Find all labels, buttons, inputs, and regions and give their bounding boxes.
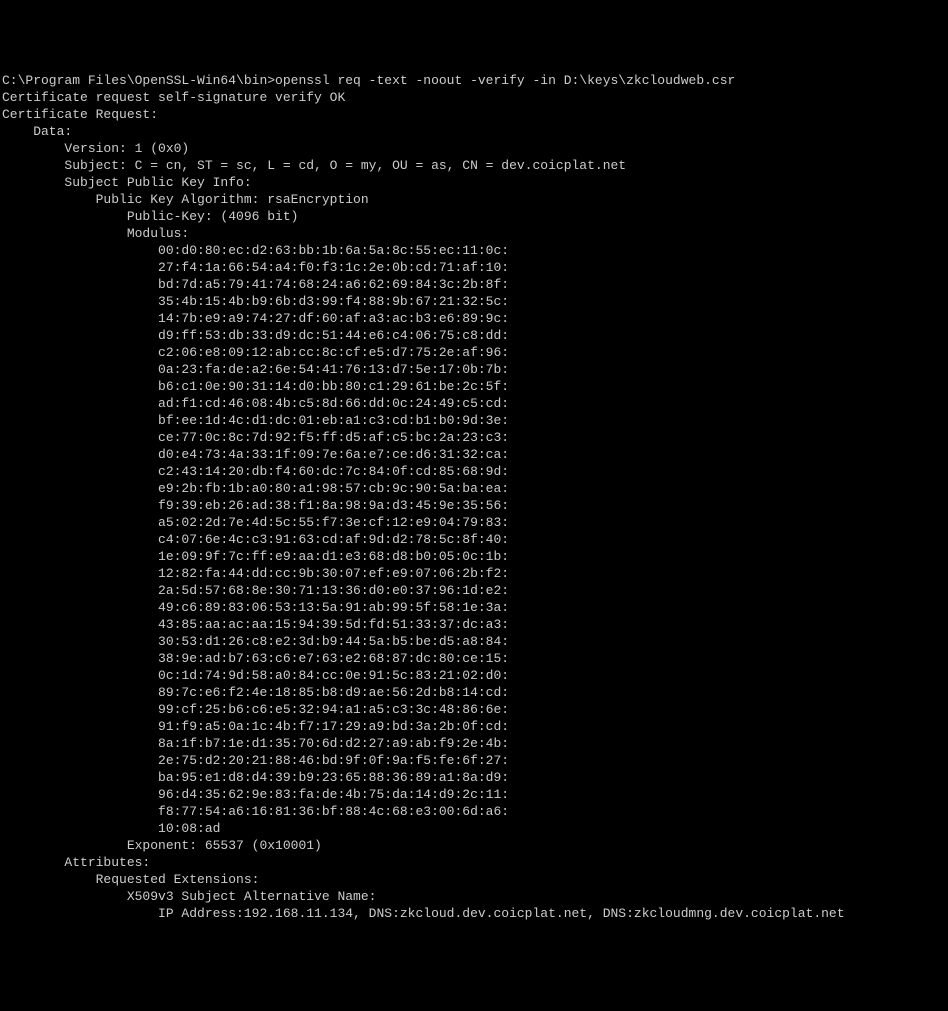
modulus-line: d9:ff:53:db:33:d9:dc:51:44:e6:c4:06:75:c… bbox=[2, 328, 509, 343]
modulus-line: c2:43:14:20:db:f4:60:dc:7c:84:0f:cd:85:6… bbox=[2, 464, 509, 479]
modulus-line: ba:95:e1:d8:d4:39:b9:23:65:88:36:89:a1:8… bbox=[2, 770, 509, 785]
data-section-label: Data: bbox=[2, 124, 72, 139]
modulus-line: 99:cf:25:b6:c6:e5:32:94:a1:a5:c3:3c:48:8… bbox=[2, 702, 509, 717]
modulus-line: 38:9e:ad:b7:63:c6:e7:63:e2:68:87:dc:80:c… bbox=[2, 651, 509, 666]
modulus-line: f9:39:eb:26:ad:38:f1:8a:98:9a:d3:45:9e:3… bbox=[2, 498, 509, 513]
modulus-line: d0:e4:73:4a:33:1f:09:7e:6a:e7:ce:d6:31:3… bbox=[2, 447, 509, 462]
modulus-line: 0a:23:fa:de:a2:6e:54:41:76:13:d7:5e:17:0… bbox=[2, 362, 509, 377]
modulus-line: c4:07:6e:4c:c3:91:63:cd:af:9d:d2:78:5c:8… bbox=[2, 532, 509, 547]
pubkey-bits: Public-Key: (4096 bit) bbox=[2, 209, 298, 224]
modulus-line: 2a:5d:57:68:8e:30:71:13:36:d0:e0:37:96:1… bbox=[2, 583, 509, 598]
modulus-line: b6:c1:0e:90:31:14:d0:bb:80:c1:29:61:be:2… bbox=[2, 379, 509, 394]
terminal-output: C:\Program Files\OpenSSL-Win64\bin>opens… bbox=[0, 68, 948, 926]
command-prompt-line: C:\Program Files\OpenSSL-Win64\bin>opens… bbox=[2, 73, 735, 88]
requested-extensions-label: Requested Extensions: bbox=[2, 872, 259, 887]
modulus-line: 30:53:d1:26:c8:e2:3d:b9:44:5a:b5:be:d5:a… bbox=[2, 634, 509, 649]
attributes-label: Attributes: bbox=[2, 855, 150, 870]
modulus-line: 2e:75:d2:20:21:88:46:bd:9f:0f:9a:f5:fe:6… bbox=[2, 753, 509, 768]
modulus-line: 14:7b:e9:a9:74:27:df:60:af:a3:ac:b3:e6:8… bbox=[2, 311, 509, 326]
modulus-line: 49:c6:89:83:06:53:13:5a:91:ab:99:5f:58:1… bbox=[2, 600, 509, 615]
modulus-line: 43:85:aa:ac:aa:15:94:39:5d:fd:51:33:37:d… bbox=[2, 617, 509, 632]
version-line: Version: 1 (0x0) bbox=[2, 141, 189, 156]
modulus-line: 10:08:ad bbox=[2, 821, 220, 836]
san-value: IP Address:192.168.11.134, DNS:zkcloud.d… bbox=[2, 906, 845, 921]
modulus-line: a5:02:2d:7e:4d:5c:55:f7:3e:cf:12:e9:04:7… bbox=[2, 515, 509, 530]
modulus-line: ad:f1:cd:46:08:4b:c5:8d:66:dd:0c:24:49:c… bbox=[2, 396, 509, 411]
pubkey-info-label: Subject Public Key Info: bbox=[2, 175, 252, 190]
modulus-line: bd:7d:a5:79:41:74:68:24:a6:62:69:84:3c:2… bbox=[2, 277, 509, 292]
modulus-line: 1e:09:9f:7c:ff:e9:aa:d1:e3:68:d8:b0:05:0… bbox=[2, 549, 509, 564]
san-label: X509v3 Subject Alternative Name: bbox=[2, 889, 376, 904]
modulus-line: 35:4b:15:4b:b9:6b:d3:99:f4:88:9b:67:21:3… bbox=[2, 294, 509, 309]
modulus-line: bf:ee:1d:4c:d1:dc:01:eb:a1:c3:cd:b1:b0:9… bbox=[2, 413, 509, 428]
modulus-line: 0c:1d:74:9d:58:a0:84:cc:0e:91:5c:83:21:0… bbox=[2, 668, 509, 683]
cert-request-header: Certificate Request: bbox=[2, 107, 158, 122]
modulus-line: 12:82:fa:44:dd:cc:9b:30:07:ef:e9:07:06:2… bbox=[2, 566, 509, 581]
modulus-line: c2:06:e8:09:12:ab:cc:8c:cf:e5:d7:75:2e:a… bbox=[2, 345, 509, 360]
modulus-line: 96:d4:35:62:9e:83:fa:de:4b:75:da:14:d9:2… bbox=[2, 787, 509, 802]
modulus-label: Modulus: bbox=[2, 226, 189, 241]
verify-result: Certificate request self-signature verif… bbox=[2, 90, 345, 105]
modulus-line: 8a:1f:b7:1e:d1:35:70:6d:d2:27:a9:ab:f9:2… bbox=[2, 736, 509, 751]
subject-line: Subject: C = cn, ST = sc, L = cd, O = my… bbox=[2, 158, 626, 173]
exponent-line: Exponent: 65537 (0x10001) bbox=[2, 838, 322, 853]
modulus-line: 00:d0:80:ec:d2:63:bb:1b:6a:5a:8c:55:ec:1… bbox=[2, 243, 509, 258]
modulus-line: e9:2b:fb:1b:a0:80:a1:98:57:cb:9c:90:5a:b… bbox=[2, 481, 509, 496]
modulus-line: 27:f4:1a:66:54:a4:f0:f3:1c:2e:0b:cd:71:a… bbox=[2, 260, 509, 275]
modulus-line: 91:f9:a5:0a:1c:4b:f7:17:29:a9:bd:3a:2b:0… bbox=[2, 719, 509, 734]
modulus-line: 89:7c:e6:f2:4e:18:85:b8:d9:ae:56:2d:b8:1… bbox=[2, 685, 509, 700]
pubkey-algorithm: Public Key Algorithm: rsaEncryption bbox=[2, 192, 369, 207]
modulus-line: ce:77:0c:8c:7d:92:f5:ff:d5:af:c5:bc:2a:2… bbox=[2, 430, 509, 445]
